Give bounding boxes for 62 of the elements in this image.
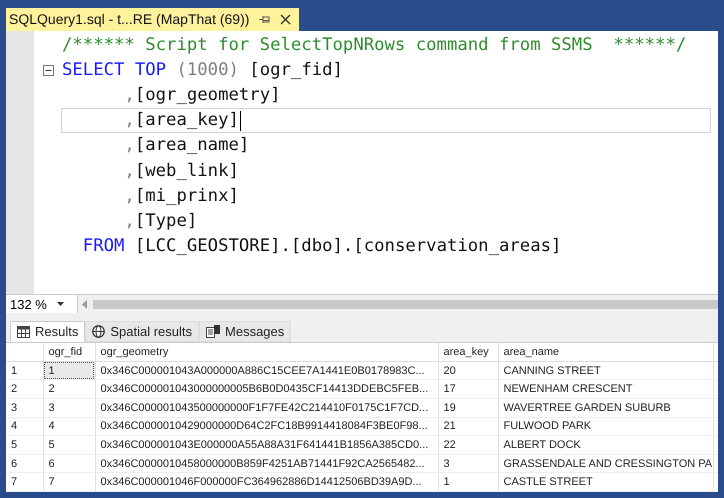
column-header[interactable]: ogr_fid xyxy=(43,343,95,362)
document-tab-title: SQLQuery1.sql - t...RE (MapThat (69)) xyxy=(9,11,250,28)
table-cell: 6 xyxy=(43,454,95,473)
results-tab[interactable]: Spatial results xyxy=(85,321,200,342)
document-tab[interactable]: SQLQuery1.sql - t...RE (MapThat (69)) xyxy=(6,8,300,31)
row-number: 4 xyxy=(6,417,43,436)
dropdown-arrow-icon[interactable] xyxy=(56,302,64,306)
column-header[interactable]: ogr_geometry xyxy=(95,343,438,362)
column-header[interactable]: area_name xyxy=(498,343,713,362)
table-cell: ALBERT DOCK xyxy=(498,436,713,454)
row-number: 2 xyxy=(6,380,43,399)
row-number: 3 xyxy=(6,398,43,418)
code-line: ,[mi_prinx] xyxy=(123,184,239,208)
table-cell: 0x346C0000010429000000D64C2FC18B9914418084F3BE0F98... xyxy=(95,417,438,436)
results-tab[interactable]: Results xyxy=(10,321,86,342)
horizontal-scrollbar[interactable] xyxy=(93,300,718,309)
table-cell: 0x346C0000010458000000B859F4251AB71441F92CA2565482... xyxy=(95,454,438,473)
zoom-dropdown[interactable]: 132 % xyxy=(6,295,78,314)
table-cell: FULWOOD PARK xyxy=(498,417,713,436)
collapse-icon[interactable] xyxy=(42,64,54,76)
table-cell: 19 xyxy=(438,398,498,418)
row-number: 6 xyxy=(6,454,43,473)
close-icon[interactable] xyxy=(280,14,292,25)
table-cell: 2 xyxy=(43,380,95,399)
row-number: 5 xyxy=(6,436,43,454)
table-cell: 0x346C000001043500000000F1F7FE42C214410F0175C1F7CD... xyxy=(95,398,438,418)
table-cell: CANNING STREET xyxy=(498,361,713,380)
table-cell: 21 xyxy=(438,417,498,436)
table-cell: 1 xyxy=(438,472,498,492)
code-line: FROM [LCC_GEOSTORE].[dbo].[conservation_areas] xyxy=(82,235,562,258)
table-cell: GRASSENDALE AND CRESSINGTON PA xyxy=(498,454,713,473)
table-cell: 5 xyxy=(43,436,95,454)
table-cell: 1 xyxy=(43,361,95,380)
table-cell: 20 xyxy=(438,361,498,380)
grid-icon xyxy=(17,326,30,338)
table-cell: CASTLE STREET xyxy=(498,472,713,492)
row-number: 1 xyxy=(6,361,43,380)
code-line: SELECT TOP (1000) [ogr_fid] xyxy=(62,58,343,82)
globe-icon xyxy=(92,325,106,338)
code-line: ,[web_link] xyxy=(123,160,239,183)
code-line: ,[Type] xyxy=(123,210,198,233)
table-cell: 22 xyxy=(438,436,498,454)
table-cell: 0x346C000001043A000000A886C15CEE7A1441E0B0178983C... xyxy=(95,361,438,380)
messages-icon xyxy=(206,325,220,338)
code-line: ,[ogr_geometry] xyxy=(123,84,281,108)
code-line: ,[area_name] xyxy=(123,134,250,158)
table-cell: 7 xyxy=(43,472,95,492)
table-cell: 3 xyxy=(43,398,95,418)
table-cell: 0x346C000001043E000000A55A88A31F641441B1856A385CD0... xyxy=(95,436,438,454)
pin-icon[interactable] xyxy=(259,14,270,24)
table-cell: NEWENHAM CRESCENT xyxy=(498,380,713,399)
row-number: 7 xyxy=(6,472,43,492)
table-cell: 17 xyxy=(438,380,498,399)
column-header[interactable]: area_key xyxy=(438,343,498,362)
table-cell: 4 xyxy=(43,417,95,436)
results-tab[interactable]: Messages xyxy=(199,321,292,342)
code-line: ,[area_key] xyxy=(62,109,710,132)
table-cell: 0x346C000001043000000005B6B0D0435CF14413DDEBC5FEB... xyxy=(95,380,438,399)
code-line: /****** Script for SelectTopNRows command from SSMS ******/ xyxy=(62,34,686,57)
table-cell: WAVERTREE GARDEN SUBURB xyxy=(498,398,713,418)
table-cell: 3 xyxy=(438,454,498,473)
table-cell: 0x346C000001046F000000FC364962886D14412506BD39A9D... xyxy=(95,472,438,492)
